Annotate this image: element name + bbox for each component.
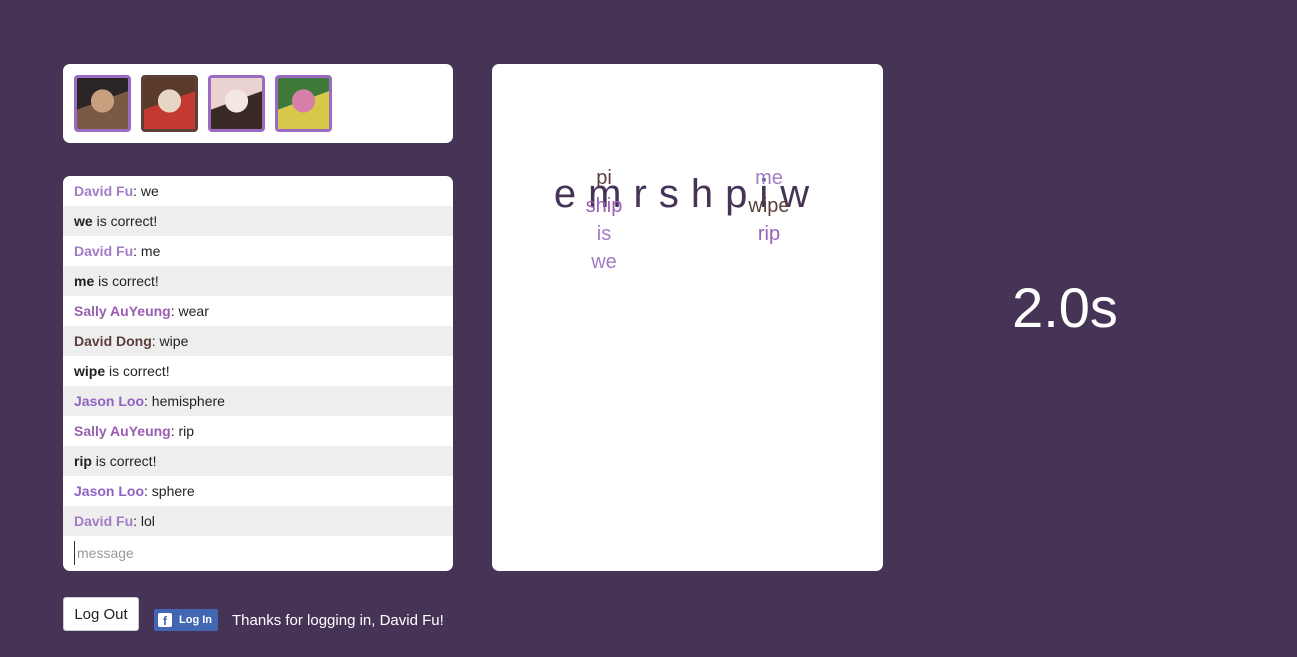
chat-text: : hemisphere bbox=[144, 393, 225, 409]
found-word: wipe bbox=[748, 195, 790, 217]
chat-username[interactable]: David Dong bbox=[74, 333, 152, 349]
chat-message: Jason Loo: hemisphere bbox=[63, 386, 453, 416]
chat-text: : me bbox=[133, 243, 161, 259]
chat-message: wipe is correct! bbox=[63, 356, 453, 386]
chat-username[interactable]: Jason Loo bbox=[74, 483, 144, 499]
chat-text: : wear bbox=[170, 303, 209, 319]
found-word: ship bbox=[585, 195, 623, 217]
chat-text: : we bbox=[133, 183, 159, 199]
chat-text: is correct! bbox=[94, 273, 159, 289]
chat-text: is correct! bbox=[92, 213, 158, 229]
chat-text: : rip bbox=[170, 423, 195, 439]
correct-word: me bbox=[74, 273, 95, 289]
message-input[interactable] bbox=[74, 541, 437, 565]
chat-message: me is correct! bbox=[63, 266, 453, 296]
facebook-login-label: Log In bbox=[179, 614, 212, 626]
countdown-timer: 2.0s bbox=[1012, 276, 1118, 339]
facebook-login-button[interactable]: f Log In bbox=[154, 609, 218, 631]
chat-message-list: David Fu: we we is correct! David Fu: me me… bbox=[63, 176, 453, 536]
chat-username[interactable]: Sally AuYeung bbox=[74, 423, 171, 439]
found-word: we bbox=[591, 251, 617, 273]
chat-message: we is correct! bbox=[63, 206, 453, 236]
chat-message: David Fu: lol bbox=[63, 506, 453, 536]
welcome-message: Thanks for logging in, David Fu! bbox=[232, 612, 444, 629]
avatar-image bbox=[77, 78, 128, 129]
logout-button[interactable]: Log Out bbox=[63, 597, 139, 631]
player-avatar[interactable] bbox=[74, 75, 131, 132]
game-board: emrshpiw pi me ship wipe is rip we bbox=[492, 64, 883, 571]
chat-text: is correct! bbox=[105, 363, 170, 379]
avatar-image bbox=[211, 78, 262, 129]
chat-text: : wipe bbox=[151, 333, 189, 349]
player-avatar[interactable] bbox=[141, 75, 198, 132]
found-word: rip bbox=[757, 223, 781, 245]
chat-username[interactable]: David Fu bbox=[74, 513, 133, 529]
chat-message: rip is correct! bbox=[63, 446, 453, 476]
correct-word: wipe bbox=[74, 363, 106, 379]
avatar-image bbox=[278, 78, 329, 129]
correct-word: we bbox=[74, 213, 93, 229]
chat-username[interactable]: Sally AuYeung bbox=[74, 303, 171, 319]
found-word: me bbox=[755, 167, 783, 189]
correct-word: rip bbox=[74, 453, 92, 469]
found-word: pi bbox=[596, 167, 612, 189]
chat-text: is correct! bbox=[91, 453, 157, 469]
facebook-icon: f bbox=[158, 613, 172, 627]
chat-username[interactable]: Jason Loo bbox=[74, 393, 144, 409]
player-avatar[interactable] bbox=[275, 75, 332, 132]
chat-message: Sally AuYeung: rip bbox=[63, 416, 453, 446]
chat-message: David Fu: we bbox=[63, 176, 453, 206]
found-word: is bbox=[596, 223, 612, 245]
players-panel bbox=[63, 64, 453, 143]
player-avatar[interactable] bbox=[208, 75, 265, 132]
chat-text: : lol bbox=[133, 513, 155, 529]
avatar-image bbox=[144, 78, 195, 129]
chat-username[interactable]: David Fu bbox=[74, 243, 133, 259]
chat-message: Jason Loo: sphere bbox=[63, 476, 453, 506]
chat-panel: David Fu: we we is correct! David Fu: me me… bbox=[63, 176, 453, 571]
chat-message: David Dong: wipe bbox=[63, 326, 453, 356]
chat-text: : sphere bbox=[144, 483, 195, 499]
chat-message: Sally AuYeung: wear bbox=[63, 296, 453, 326]
chat-message: David Fu: me bbox=[63, 236, 453, 266]
chat-username[interactable]: David Fu bbox=[74, 183, 133, 199]
